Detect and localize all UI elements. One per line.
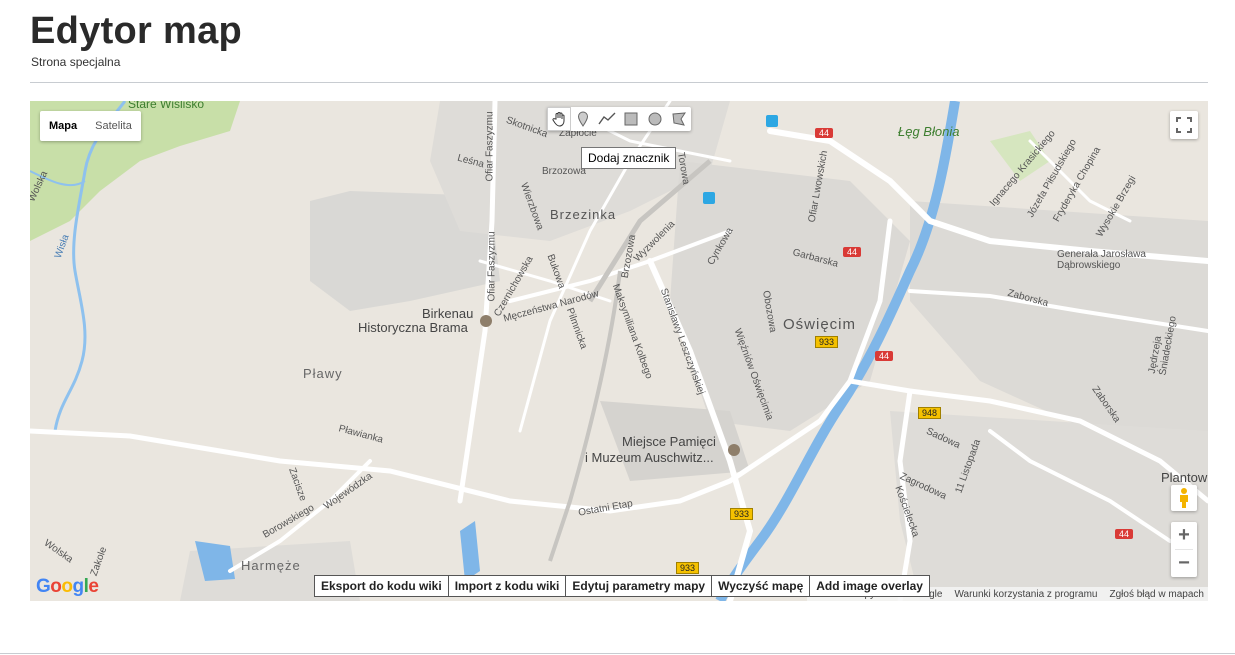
header-divider — [30, 82, 1208, 83]
footer-divider — [0, 653, 1235, 654]
page-title: Edytor map — [30, 10, 243, 52]
satellite-type-button[interactable]: Satelita — [86, 111, 141, 141]
label-ofiar-faszyzmu: Ofiar Faszyzmu — [484, 111, 496, 182]
road-shield: 44 — [815, 128, 834, 138]
road-shield: 933 — [730, 508, 754, 520]
marker-icon — [577, 111, 589, 127]
road-shield: 933 — [815, 336, 839, 348]
label-plawy: Pławy — [303, 366, 343, 381]
drawing-toolbar — [547, 107, 691, 131]
map-base-layer — [30, 101, 1208, 601]
road-shield: 44 — [843, 247, 862, 257]
add-marker-button[interactable] — [571, 107, 595, 131]
polyline-icon — [598, 112, 616, 125]
label-birkenau: Birkenau — [422, 306, 474, 321]
hand-tool-button[interactable] — [547, 107, 571, 131]
label-leg-blonia: Łęg Błonia — [898, 124, 960, 139]
clear-map-button[interactable]: Wyczyść mapę — [711, 575, 811, 597]
fullscreen-icon — [1176, 117, 1192, 133]
label-museum-1: Miejsce Pamięci — [622, 434, 716, 449]
label-oswiecim: Oświęcim — [783, 316, 857, 333]
hand-icon — [552, 112, 565, 127]
pond-2 — [460, 521, 480, 581]
label-stare-wislisko: Stare Wiślisko — [128, 101, 205, 111]
road-shield: 948 — [918, 407, 942, 419]
circle-icon — [648, 112, 662, 126]
map-type-button[interactable]: Mapa — [40, 111, 86, 141]
museum-icon — [728, 444, 740, 456]
label-harmeze: Harmęże — [241, 558, 301, 573]
add-image-overlay-button[interactable]: Add image overlay — [809, 575, 930, 597]
zoom-in-button[interactable]: + — [1171, 522, 1197, 549]
import-wiki-button[interactable]: Import z kodu wiki — [447, 575, 567, 597]
export-wiki-button[interactable]: Eksport do kodu wiki — [314, 575, 449, 597]
label-dabrowskiego: Generała Jarosława Dąbrowskiego — [1057, 249, 1146, 271]
edit-params-button[interactable]: Edytuj parametry mapy — [565, 575, 713, 597]
map-canvas[interactable]: Stare Wiślisko Łęg Błonia Brzezinka Birk… — [30, 101, 1208, 601]
train-station-icon — [766, 115, 778, 127]
label-brzezinka: Brzezinka — [550, 207, 617, 222]
street-view-button[interactable] — [1171, 485, 1197, 511]
toolbar-tooltip: Dodaj znacznik — [581, 147, 677, 169]
fullscreen-button[interactable] — [1170, 111, 1198, 139]
label-plantow: Plantow — [1161, 470, 1208, 485]
draw-rectangle-button[interactable] — [619, 107, 643, 131]
train-station-icon — [703, 192, 715, 204]
draw-polygon-button[interactable] — [667, 107, 691, 131]
terms-link[interactable]: Warunki korzystania z programu — [954, 589, 1097, 600]
polygon-icon — [672, 112, 686, 126]
draw-circle-button[interactable] — [643, 107, 667, 131]
label-historyczna-brama: Historyczna Brama — [358, 320, 468, 335]
report-error-link[interactable]: Zgłoś błąd w mapach — [1109, 589, 1204, 600]
road-shield: 933 — [676, 562, 700, 574]
road-shield: 44 — [1115, 529, 1134, 539]
road-shield: 44 — [875, 351, 894, 361]
rectangle-icon — [624, 112, 638, 126]
landmark-icon — [480, 315, 492, 327]
map-type-control: Mapa Satelita — [40, 111, 141, 141]
google-logo[interactable]: Google — [36, 576, 99, 598]
map-actions: Eksport do kodu wiki Import z kodu wiki … — [314, 575, 930, 597]
label-museum-2: i Muzeum Auschwitz... — [585, 450, 714, 465]
zoom-control: + − — [1171, 522, 1197, 577]
pegman-icon — [1180, 488, 1188, 508]
zoom-out-button[interactable]: − — [1171, 550, 1197, 577]
label-brzozowa: Brzozowa — [542, 166, 586, 177]
page-subtitle: Strona specjalna — [31, 55, 121, 69]
draw-line-button[interactable] — [595, 107, 619, 131]
label-ofiar-faszyzmu-2: Ofiar Faszyzmu — [486, 231, 498, 302]
